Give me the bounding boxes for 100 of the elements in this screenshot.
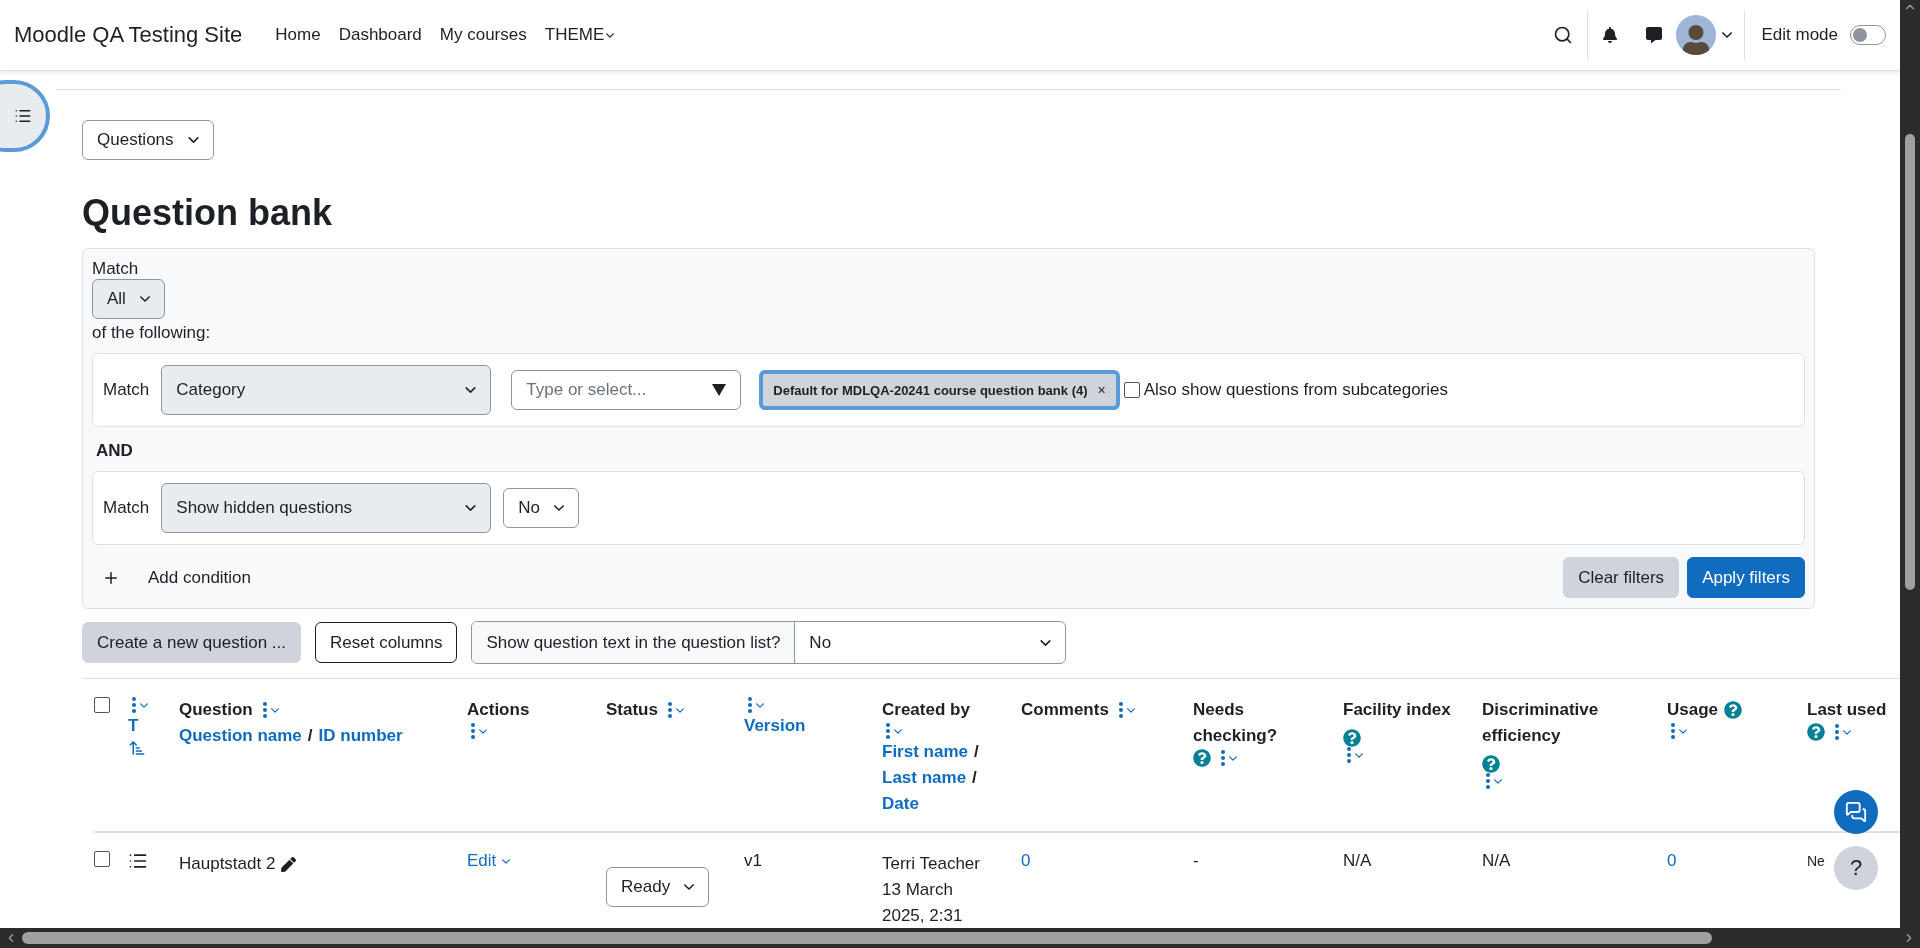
clear-filters-button[interactable]: Clear filters [1563, 557, 1680, 598]
kebab-icon [471, 723, 475, 739]
caret-icon [465, 505, 477, 511]
column-title: Status [606, 699, 658, 721]
chat-bubbles-icon [1845, 801, 1867, 823]
help-icon[interactable] [1807, 723, 1825, 741]
created-by-text: 13 March 2025, 2:31 [882, 880, 963, 925]
sort-link[interactable]: First name [882, 739, 968, 765]
kebab-icon [262, 702, 267, 718]
edit-mode-toggle[interactable] [1850, 25, 1886, 45]
apply-filters-button[interactable]: Apply filters [1687, 557, 1805, 598]
sort-link[interactable]: ID number [318, 723, 403, 749]
caret-icon [502, 858, 511, 864]
column-title: Discriminative efficiency [1482, 699, 1600, 747]
vertical-scrollbar[interactable] [1900, 0, 1920, 928]
caret-icon [606, 32, 615, 38]
category-chip[interactable]: Default for MDLQA-20241 course question bank (4) × [759, 370, 1120, 410]
nav-link[interactable]: Dashboard [329, 25, 431, 45]
last-used-cell: Ne [1807, 853, 1825, 869]
condition-field-select[interactable]: Category [161, 365, 492, 415]
separator-text: / [972, 767, 977, 789]
caret-icon [1494, 778, 1502, 784]
kebab-icon [132, 697, 136, 713]
site-name[interactable]: Moodle QA Testing Site [14, 22, 243, 48]
sort-ascending-icon[interactable] [128, 739, 146, 757]
column-title: Usage [1667, 699, 1719, 721]
sort-link[interactable]: Last name [882, 765, 967, 791]
nav-link[interactable]: My courses [430, 25, 536, 45]
caret-icon [140, 702, 148, 708]
pencil-icon[interactable] [281, 856, 297, 872]
reset-columns-button[interactable]: Reset columns [315, 622, 458, 663]
comments-link[interactable]: 0 [1021, 851, 1031, 871]
sort-link[interactable]: Version [744, 713, 806, 739]
help-icon[interactable] [1343, 729, 1361, 747]
needs-checking-cell: - [1193, 851, 1199, 870]
remove-chip-button[interactable]: × [1097, 382, 1106, 398]
select-all-checkbox[interactable] [94, 697, 110, 713]
create-question-button[interactable]: Create a new question ... [82, 622, 301, 663]
kebab-icon [1835, 724, 1839, 740]
match-select[interactable]: All [92, 279, 165, 319]
usage-link[interactable]: 0 [1667, 851, 1677, 871]
caret-icon [1229, 755, 1237, 761]
caret-icon [1843, 729, 1851, 735]
kebab-icon [1486, 773, 1490, 789]
sort-link[interactable]: Question name [179, 723, 302, 749]
column-title: Facility index [1343, 699, 1451, 721]
caret-icon [1355, 752, 1363, 758]
edit-mode-label: Edit mode [1761, 25, 1838, 45]
question-text-select[interactable]: Show question text in the question list? No [471, 621, 1067, 664]
match-label: Match [103, 498, 150, 518]
avatar[interactable] [1676, 15, 1717, 55]
caret-icon [1126, 707, 1135, 713]
condition-value-select[interactable]: No [503, 488, 580, 528]
list-icon [128, 851, 148, 871]
column-title: Created by [882, 699, 970, 721]
caret-icon [894, 728, 902, 734]
condition-field-select[interactable]: Show hidden questions [161, 483, 492, 533]
checkbox-label: Also show questions from subcategories [1143, 380, 1448, 400]
row-checkbox[interactable] [94, 851, 110, 867]
sort-link[interactable]: Date [882, 791, 919, 817]
page-heading: Question bank [82, 192, 334, 234]
version-cell: v1 [744, 851, 762, 870]
caret-icon [479, 728, 487, 734]
caret-icon [139, 296, 150, 302]
column-title: Comments [1021, 699, 1109, 721]
help-icon[interactable] [1724, 701, 1743, 719]
chat-button[interactable] [1834, 790, 1878, 834]
kebab-icon [1347, 747, 1351, 763]
caret-icon [270, 707, 279, 713]
checkbox[interactable] [1123, 382, 1140, 398]
add-condition-button[interactable]: Add condition [102, 567, 252, 588]
column-title: Question [179, 699, 253, 721]
page-menu-select[interactable]: Questions [82, 120, 214, 160]
caret-icon [756, 702, 764, 708]
nav-link[interactable]: THEME [535, 25, 624, 45]
scrollbar-thumb[interactable] [1905, 134, 1915, 590]
help-icon[interactable] [1482, 755, 1500, 773]
separator-text: / [307, 725, 313, 747]
following-label: of the following: [92, 323, 212, 343]
help-icon[interactable] [1193, 749, 1211, 767]
status-select[interactable]: Ready [606, 867, 710, 907]
category-input[interactable]: Type or select... [511, 370, 742, 410]
caret-icon [1040, 639, 1052, 646]
kebab-icon [1221, 750, 1225, 766]
kebab-icon [886, 723, 890, 739]
horizontal-scrollbar[interactable] [0, 928, 1920, 948]
column-title: Last used [1807, 699, 1887, 721]
help-button[interactable]: ? [1834, 846, 1878, 890]
kebab-icon [1671, 723, 1675, 739]
sort-link[interactable]: T [128, 713, 139, 739]
caret-icon [675, 707, 684, 713]
separator-text: / [974, 741, 979, 763]
edit-menu-link[interactable]: Edit [467, 851, 511, 871]
joiner-label: AND [96, 441, 134, 461]
caret-icon [1679, 728, 1687, 734]
scrollbar-thumb[interactable] [22, 932, 1712, 944]
nav-link[interactable]: Home [266, 25, 330, 45]
question-name: Hauptstadt 2 [179, 853, 276, 875]
kebab-icon [667, 702, 672, 718]
facility-index-cell: N/A [1343, 851, 1372, 870]
